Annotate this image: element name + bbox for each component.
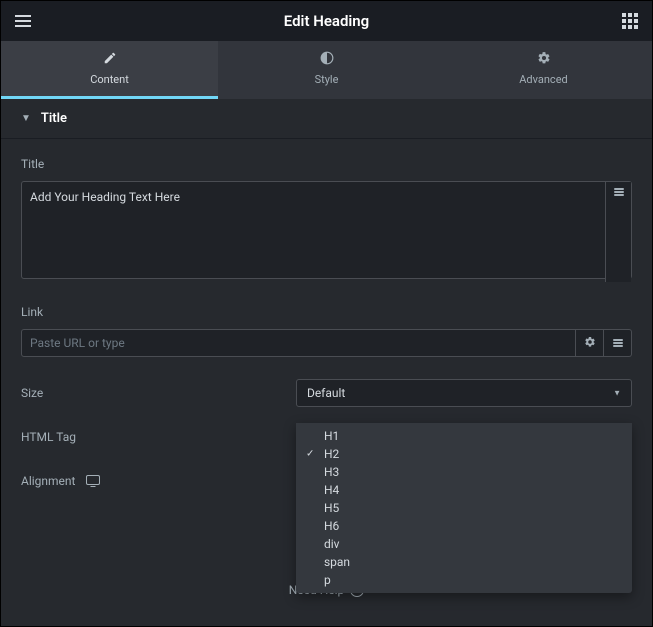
tab-style[interactable]: Style <box>218 41 435 99</box>
link-field: Link <box>21 305 632 357</box>
size-select[interactable]: Default ▼ <box>296 379 632 407</box>
htmltag-option-span[interactable]: span <box>296 553 632 571</box>
title-textarea-wrap <box>21 181 632 283</box>
gear-icon <box>584 336 596 351</box>
topbar: Edit Heading <box>1 1 652 41</box>
htmltag-option-p[interactable]: p <box>296 571 632 589</box>
database-icon <box>614 188 624 196</box>
check-icon: ✓ <box>306 449 314 460</box>
htmltag-option-h3[interactable]: H3 <box>296 463 632 481</box>
panel-title: Edit Heading <box>31 12 622 30</box>
dynamic-tags-button[interactable] <box>605 182 631 282</box>
contrast-icon <box>320 51 334 68</box>
size-field-label: Size <box>21 386 296 400</box>
apps-grid-icon[interactable] <box>622 13 638 29</box>
tab-label: Content <box>90 73 129 86</box>
tabs: Content Style Advanced <box>1 41 652 99</box>
title-textarea[interactable] <box>21 181 632 279</box>
tab-label: Advanced <box>519 73 567 86</box>
tab-label: Style <box>315 73 339 86</box>
htmltag-option-div[interactable]: div <box>296 535 632 553</box>
link-dynamic-button[interactable] <box>604 329 632 357</box>
htmltag-option-h5[interactable]: H5 <box>296 499 632 517</box>
link-options-button[interactable] <box>576 329 604 357</box>
section-body: Title Link <box>1 139 652 495</box>
responsive-icon[interactable] <box>86 475 100 485</box>
title-field-label: Title <box>21 157 632 171</box>
pencil-icon <box>103 51 117 68</box>
size-field: Size Default ▼ <box>21 379 632 407</box>
link-input[interactable] <box>21 329 576 357</box>
chevron-down-icon: ▼ <box>613 389 621 398</box>
htmltag-option-h6[interactable]: H6 <box>296 517 632 535</box>
size-selected-value: Default <box>307 386 345 400</box>
caret-down-icon: ▼ <box>21 113 31 124</box>
tab-advanced[interactable]: Advanced <box>435 41 652 99</box>
htmltag-field-label: HTML Tag <box>21 430 296 444</box>
alignment-field-label: Alignment <box>21 474 296 488</box>
section-header-title[interactable]: ▼ Title <box>1 99 652 139</box>
section-title: Title <box>41 111 67 126</box>
htmltag-option-h2[interactable]: ✓H2 <box>296 445 632 463</box>
editor-panel: Edit Heading Content Style Advanced <box>0 0 653 627</box>
gear-icon <box>537 51 551 68</box>
database-icon <box>613 339 623 347</box>
menu-icon[interactable] <box>15 15 31 27</box>
htmltag-field: HTML Tag H1✓H2H3H4H5H6divspanp <box>21 423 632 451</box>
tab-content[interactable]: Content <box>1 41 218 99</box>
htmltag-option-h1[interactable]: H1 <box>296 427 632 445</box>
htmltag-option-h4[interactable]: H4 <box>296 481 632 499</box>
link-field-label: Link <box>21 305 632 319</box>
htmltag-dropdown: H1✓H2H3H4H5H6divspanp <box>296 423 632 593</box>
